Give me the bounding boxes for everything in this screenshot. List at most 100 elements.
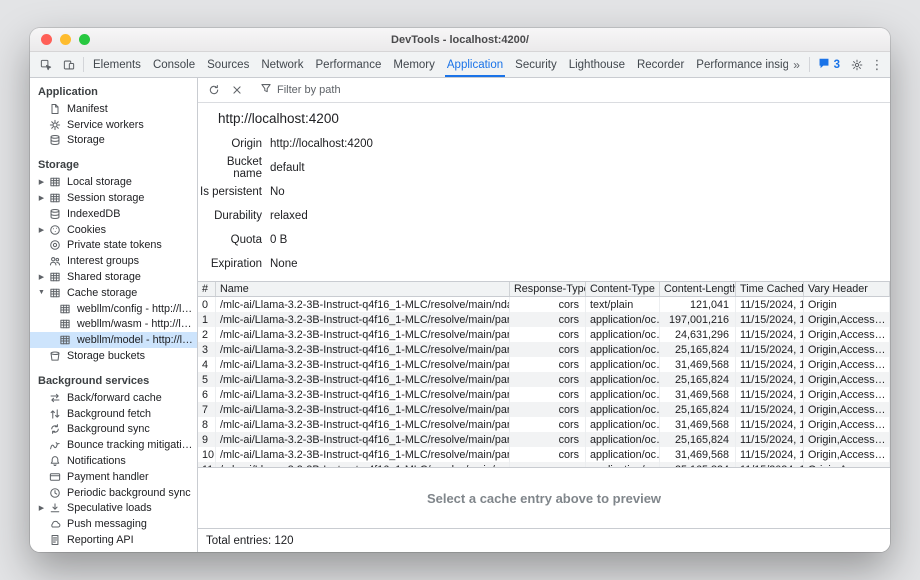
sidebar-item-webllm-wasm-http-loca[interactable]: webllm/wasm - http://loca…	[30, 317, 197, 333]
cloud-icon	[47, 518, 62, 531]
sidebar-item-interest-groups[interactable]: Interest groups	[30, 253, 197, 269]
sidebar-item-indexeddb[interactable]: IndexedDB	[30, 206, 197, 222]
cell-content-length: 121,041	[660, 297, 736, 312]
sidebar-item-background-fetch[interactable]: Background fetch	[30, 406, 197, 422]
sidebar-item-back-forward-cache[interactable]: Back/forward cache	[30, 390, 197, 406]
sidebar-item-label: webllm/model - http://loc…	[77, 334, 197, 346]
minimize-window-button[interactable]	[60, 34, 71, 45]
devtools-content: ApplicationManifestService workersStorag…	[30, 78, 890, 552]
tab-console[interactable]: Console	[147, 52, 201, 77]
cache-entry-row[interactable]: 3/mlc-ai/Llama-3.2-3B-Instruct-q4f16_1-M…	[198, 342, 890, 357]
meta-label: Origin	[198, 138, 262, 150]
sidebar-item-background-sync[interactable]: Background sync	[30, 422, 197, 438]
sidebar-item-session-storage[interactable]: ▶Session storage	[30, 190, 197, 206]
sidebar-item-push-messaging[interactable]: Push messaging	[30, 516, 197, 532]
cache-entry-row[interactable]: 9/mlc-ai/Llama-3.2-3B-Instruct-q4f16_1-M…	[198, 432, 890, 447]
tab-performance[interactable]: Performance	[310, 52, 388, 77]
sidebar-item-private-state-tokens[interactable]: Private state tokens	[30, 238, 197, 254]
tab-application[interactable]: Application	[441, 52, 509, 77]
tab-label: Performance	[316, 59, 382, 71]
expand-arrow-icon[interactable]: ▶	[36, 273, 47, 281]
sidebar-item-reporting-api[interactable]: Reporting API	[30, 532, 197, 548]
cache-entry-row[interactable]: 1/mlc-ai/Llama-3.2-3B-Instruct-q4f16_1-M…	[198, 312, 890, 327]
meta-value: http://localhost:4200	[270, 138, 373, 150]
cache-entry-row[interactable]: 2/mlc-ai/Llama-3.2-3B-Instruct-q4f16_1-M…	[198, 327, 890, 342]
column-header-index[interactable]: #	[198, 282, 216, 296]
sidebar-item-bounce-tracking-mitigations[interactable]: Bounce tracking mitigations	[30, 437, 197, 453]
cell-content-type: application/oc…	[586, 402, 660, 417]
collapse-arrow-icon[interactable]: ▼	[36, 289, 47, 296]
expand-arrow-icon[interactable]: ▶	[36, 194, 47, 202]
cell-name: /mlc-ai/Llama-3.2-3B-Instruct-q4f16_1-ML…	[216, 447, 510, 462]
sync-icon	[47, 423, 62, 436]
sidebar-item-label: Bounce tracking mitigations	[67, 439, 197, 451]
issues-button[interactable]: 3	[813, 52, 845, 77]
tab-security[interactable]: Security	[509, 52, 563, 77]
device-toolbar-icon[interactable]	[57, 52, 80, 77]
cell-content-length: 31,469,568	[660, 447, 736, 462]
tab-elements[interactable]: Elements	[87, 52, 147, 77]
tab-recorder[interactable]: Recorder	[631, 52, 690, 77]
sidebar-item-cookies[interactable]: ▶Cookies	[30, 222, 197, 238]
sidebar-item-local-storage[interactable]: ▶Local storage	[30, 174, 197, 190]
zoom-window-button[interactable]	[79, 34, 90, 45]
cell-time-cached: 11/15/2024, 10…	[736, 327, 804, 342]
total-entries: Total entries: 120	[206, 535, 294, 547]
cache-entry-row[interactable]: 8/mlc-ai/Llama-3.2-3B-Instruct-q4f16_1-M…	[198, 417, 890, 432]
tab-network[interactable]: Network	[255, 52, 309, 77]
cell-vary-header: Origin	[804, 297, 890, 312]
cache-entry-row[interactable]: 4/mlc-ai/Llama-3.2-3B-Instruct-q4f16_1-M…	[198, 357, 890, 372]
service-worker-icon	[47, 118, 62, 131]
cell-vary-header: Origin,Access…	[804, 342, 890, 357]
column-header-time-cached[interactable]: Time Cached	[736, 282, 804, 296]
column-header-name[interactable]: Name	[216, 282, 510, 296]
cell-vary-header: Origin,Access…	[804, 327, 890, 342]
filter-by-path-input[interactable]	[277, 84, 437, 96]
sidebar-item-service-workers[interactable]: Service workers	[30, 117, 197, 133]
sidebar-item-storage[interactable]: Storage	[30, 133, 197, 149]
cache-entry-row[interactable]: 0/mlc-ai/Llama-3.2-3B-Instruct-q4f16_1-M…	[198, 297, 890, 312]
cell-name: /mlc-ai/Llama-3.2-3B-Instruct-q4f16_1-ML…	[216, 372, 510, 387]
tab-memory[interactable]: Memory	[387, 52, 441, 77]
refresh-icon[interactable]	[202, 84, 225, 96]
cache-entry-row[interactable]: 5/mlc-ai/Llama-3.2-3B-Instruct-q4f16_1-M…	[198, 372, 890, 387]
column-header-content-type[interactable]: Content-Type	[586, 282, 660, 296]
column-header-response-type[interactable]: Response-Type	[510, 282, 586, 296]
settings-gear-icon[interactable]	[845, 52, 868, 77]
sidebar-item-storage-buckets[interactable]: Storage buckets	[30, 348, 197, 364]
sidebar-item-cache-storage[interactable]: ▼ Cache storage	[30, 285, 197, 301]
expand-arrow-icon[interactable]: ▶	[36, 178, 47, 186]
sidebar-item-shared-storage[interactable]: ▶Shared storage	[30, 269, 197, 285]
close-window-button[interactable]	[41, 34, 52, 45]
cell-time-cached: 11/15/2024, 10…	[736, 312, 804, 327]
tab-performance-insights[interactable]: Performance insights	[690, 52, 787, 77]
expand-arrow-icon[interactable]: ▶	[36, 226, 47, 234]
sidebar-item-speculative-loads[interactable]: ▶Speculative loads	[30, 501, 197, 517]
column-header-vary-header[interactable]: Vary Header	[804, 282, 890, 296]
cache-entry-row[interactable]: 7/mlc-ai/Llama-3.2-3B-Instruct-q4f16_1-M…	[198, 402, 890, 417]
tab-lighthouse[interactable]: Lighthouse	[563, 52, 631, 77]
expand-arrow-icon[interactable]: ▶	[36, 504, 47, 512]
more-options-icon[interactable]: ⋮	[868, 52, 886, 77]
sidebar-item-label: Cache storage	[67, 287, 137, 299]
issues-count: 3	[834, 59, 840, 71]
sidebar-item-notifications[interactable]: Notifications	[30, 453, 197, 469]
tab-sources[interactable]: Sources	[201, 52, 255, 77]
cell-name: /mlc-ai/Llama-3.2-3B-Instruct-q4f16_1-ML…	[216, 387, 510, 402]
cell-index: 2	[198, 327, 216, 342]
sidebar-item-payment-handler[interactable]: Payment handler	[30, 469, 197, 485]
column-header-content-length[interactable]: Content-Length	[660, 282, 736, 296]
cache-entry-row[interactable]: 10/mlc-ai/Llama-3.2-3B-Instruct-q4f16_1-…	[198, 447, 890, 462]
sidebar-item-periodic-background-sync[interactable]: Periodic background sync	[30, 485, 197, 501]
group-icon	[47, 255, 62, 268]
cookie-icon	[47, 223, 62, 236]
sidebar-item-webllm-model-http-loc[interactable]: webllm/model - http://loc…	[30, 332, 197, 348]
sidebar-section-background-services: Background services	[30, 373, 197, 390]
sidebar-item-manifest[interactable]: Manifest	[30, 101, 197, 117]
inspect-icon[interactable]	[34, 52, 57, 77]
delete-icon[interactable]	[225, 84, 248, 96]
cache-entry-row[interactable]: 6/mlc-ai/Llama-3.2-3B-Instruct-q4f16_1-M…	[198, 387, 890, 402]
more-tabs-button[interactable]: »	[788, 52, 806, 77]
meta-label: Is persistent	[198, 186, 262, 198]
sidebar-item-webllm-config-http-loc[interactable]: webllm/config - http://loc…	[30, 301, 197, 317]
